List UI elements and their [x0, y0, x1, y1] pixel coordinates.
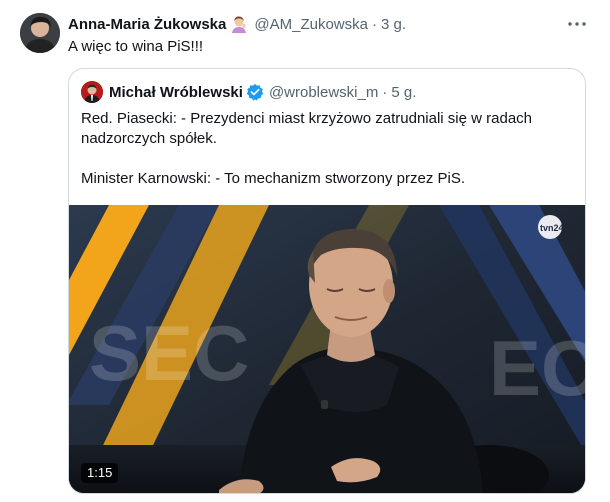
author-avatar[interactable] — [20, 13, 60, 53]
author-handle[interactable]: @AM_Zukowska — [254, 16, 368, 33]
author-name[interactable]: Anna-Maria Żukowska — [68, 16, 226, 33]
quoted-author-avatar[interactable] — [81, 81, 103, 103]
tweet[interactable]: Anna-Maria Żukowska @AM_Zukowska · 3 g. … — [0, 0, 610, 502]
tweet-text: A więc to wina PiS!!! — [68, 38, 204, 55]
more-horizontal-icon[interactable] — [566, 14, 588, 34]
video-thumbnail: SEC EC tvn24 — [69, 205, 586, 493]
tweet-timestamp[interactable]: 3 g. — [381, 16, 406, 33]
quoted-tweet-text: Red. Piasecki: - Prezydenci miast krzyżo… — [81, 109, 575, 189]
quoted-tweet-timestamp[interactable]: 5 g. — [391, 84, 416, 101]
video-duration-badge: 1:15 — [81, 463, 119, 483]
woman-gesturing-emoji-icon — [230, 15, 248, 33]
svg-text:SEC: SEC — [89, 309, 249, 397]
quoted-author-handle[interactable]: @wroblewski_m — [269, 84, 378, 101]
video-player[interactable]: SEC EC tvn24 1:15 — [69, 205, 586, 493]
quoted-text-line-1: Red. Piasecki: - Prezydenci miast krzyżo… — [81, 110, 533, 147]
svg-text:EC: EC — [489, 324, 586, 412]
quoted-tweet[interactable]: Michał Wróblewski @wroblewski_m · 5 g. R… — [68, 68, 586, 494]
quoted-text-line-2: Minister Karnowski: - To mechanizm stwor… — [81, 170, 466, 187]
separator-dot: · — [371, 15, 377, 33]
quoted-author-name[interactable]: Michał Wróblewski — [109, 84, 243, 101]
separator-dot: · — [382, 83, 388, 101]
channel-logo-text: tvn24 — [540, 223, 564, 233]
quoted-tweet-header: Michał Wróblewski @wroblewski_m · 5 g. — [109, 82, 416, 102]
verified-badge-icon — [246, 83, 264, 101]
tweet-header: Anna-Maria Żukowska @AM_Zukowska · 3 g. — [68, 14, 406, 34]
